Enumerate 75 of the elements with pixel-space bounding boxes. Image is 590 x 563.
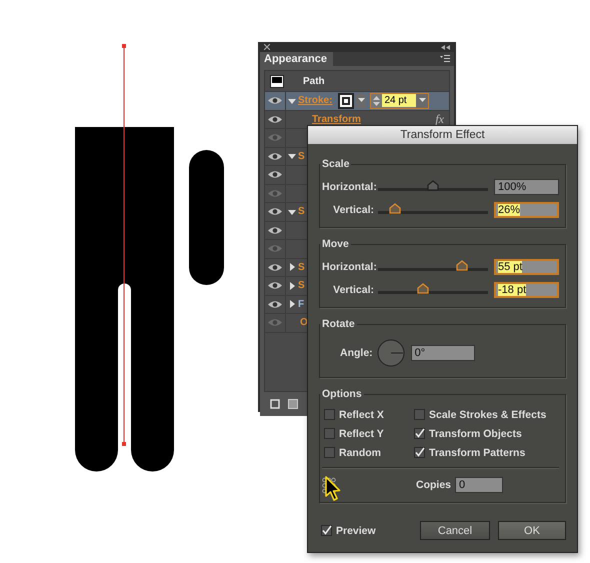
eye-icon[interactable] <box>268 170 282 180</box>
value-field[interactable]: -18 pt <box>494 282 559 298</box>
slider-thumb[interactable] <box>388 203 400 214</box>
attribute-link[interactable]: S <box>298 150 305 162</box>
attribute-link[interactable]: S <box>298 206 305 218</box>
caret-icon[interactable] <box>418 98 426 104</box>
disclosure-triangle-icon[interactable] <box>288 300 296 308</box>
slider-label: Horizontal: <box>322 180 374 192</box>
eye-icon[interactable] <box>268 262 282 272</box>
checkbox[interactable] <box>414 447 425 458</box>
checkbox[interactable] <box>414 409 425 420</box>
disclosure-triangle-icon[interactable] <box>288 152 296 160</box>
value-field[interactable]: 26% <box>494 202 559 218</box>
checkbox[interactable] <box>324 409 335 420</box>
checkbox-label[interactable]: Scale Strokes & Effects <box>429 408 546 420</box>
value-field[interactable]: 0° <box>410 345 475 361</box>
eye-icon[interactable] <box>268 226 282 235</box>
checkbox-label[interactable]: Transform Objects <box>429 428 522 440</box>
slider-label: Vertical: <box>332 204 374 216</box>
pointer-cursor-icon <box>325 476 341 502</box>
collapse-icon[interactable] <box>441 44 450 50</box>
disclosure-triangle-icon[interactable] <box>288 208 296 216</box>
value-field[interactable]: 55 pt <box>494 258 559 274</box>
menu-icon[interactable] <box>440 55 450 62</box>
caret-icon <box>358 98 365 104</box>
fx-label[interactable]: fx <box>435 112 444 127</box>
checkbox-label[interactable]: Reflect X <box>339 408 384 420</box>
slider-thumb[interactable] <box>456 260 468 271</box>
checkbox-label[interactable]: Reflect Y <box>339 428 384 440</box>
checkbox[interactable] <box>321 525 332 536</box>
disclosure-triangle-icon[interactable] <box>288 96 296 105</box>
dialog-title: Transform Effect <box>308 126 577 144</box>
slider-label: Horizontal: <box>322 260 374 272</box>
slider-thumb[interactable] <box>417 283 430 294</box>
eye-icon[interactable] <box>268 114 282 124</box>
attribute-link[interactable]: F <box>298 298 304 310</box>
disclosure-triangle-icon[interactable] <box>288 263 296 272</box>
attribute-link[interactable]: S <box>298 262 305 273</box>
checkbox[interactable] <box>324 428 335 439</box>
dropdown-button[interactable] <box>356 94 366 108</box>
eye-icon[interactable] <box>268 152 282 161</box>
section-title: Rotate <box>321 318 356 330</box>
slider-thumb[interactable] <box>427 180 439 191</box>
eye-icon[interactable] <box>268 207 282 216</box>
panel-tab[interactable]: Appearance <box>260 52 333 66</box>
section-title: Move <box>321 238 350 250</box>
square-icon[interactable] <box>270 399 280 409</box>
appearance-row[interactable]: Stroke: 24 pt <box>265 92 449 110</box>
stroke-weight-field[interactable]: 24 pt <box>370 92 430 109</box>
eye-icon[interactable] <box>268 281 282 290</box>
angle-label: Angle: <box>340 347 373 359</box>
checkbox[interactable] <box>414 428 425 439</box>
section-title: Scale <box>321 158 350 170</box>
effect-link[interactable]: Transform <box>312 114 361 125</box>
slider-label: Vertical: <box>332 284 374 296</box>
dialog-button[interactable]: Cancel <box>420 521 490 540</box>
attribute-link[interactable]: S <box>298 280 305 292</box>
checkbox-label[interactable]: Preview <box>336 524 376 536</box>
value-field[interactable]: 100% <box>494 178 559 194</box>
dialog-button[interactable]: OK <box>498 521 566 540</box>
checkbox-label[interactable]: Transform Patterns <box>429 446 526 458</box>
close-icon[interactable] <box>264 44 270 50</box>
section-title: Options <box>321 388 363 400</box>
disclosure-triangle-icon[interactable] <box>288 282 296 290</box>
reference-point-icon[interactable] <box>322 476 336 494</box>
checkbox-label[interactable]: Random <box>339 446 381 458</box>
eye-icon[interactable] <box>268 96 282 106</box>
copies-label: Copies <box>416 479 452 491</box>
object-label: Path <box>303 76 325 86</box>
stroke-swatch[interactable] <box>338 92 354 109</box>
eye-icon[interactable] <box>268 300 282 309</box>
checkbox[interactable] <box>324 447 335 458</box>
path-thumbnail-icon <box>270 74 284 88</box>
copies-field[interactable]: 0 <box>455 477 504 493</box>
attribute-link[interactable]: O <box>300 317 308 328</box>
